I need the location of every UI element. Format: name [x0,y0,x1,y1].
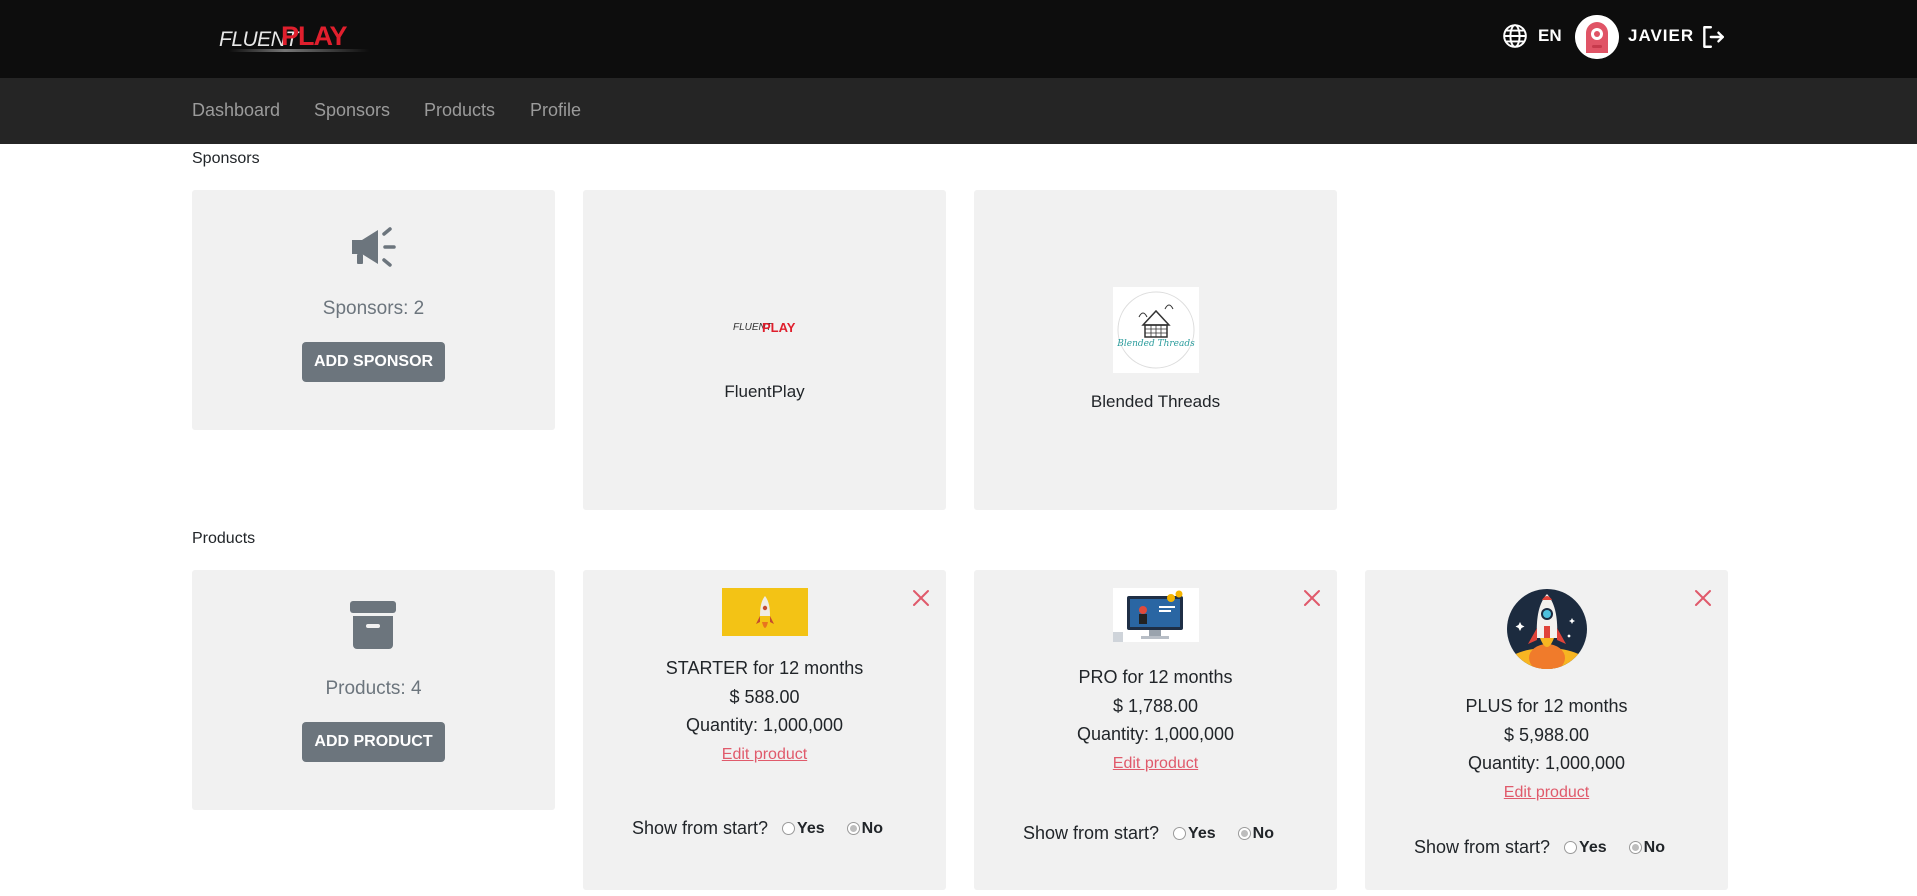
show-from-start-row: Show from start? Yes No [1023,823,1274,844]
nav-item-sponsors[interactable]: Sponsors [314,100,390,121]
products-summary-card: Products: 4 ADD PRODUCT [192,570,555,810]
no-radio[interactable] [1628,841,1642,854]
sponsor-logo-play-text: PLAY [762,320,796,335]
logo-play-text: PLAY [281,21,348,51]
pro-product-image [1113,588,1199,642]
no-radio-label[interactable]: No [1253,825,1274,843]
edit-product-link[interactable]: Edit product [583,746,946,764]
product-card-starter: STARTER for 12 months $ 588.00 Quantity:… [583,570,946,890]
sponsors-section-title: Sponsors [192,150,260,167]
edit-product-link[interactable]: Edit product [974,755,1337,773]
product-quantity: Quantity: 1,000,000 [685,715,844,735]
monitor-icon [1113,588,1199,642]
no-radio-label[interactable]: No [1644,839,1665,857]
language-label: EN [1538,26,1562,45]
language-selector[interactable]: EN [1502,23,1562,49]
product-price: $ 5,988.00 [1503,725,1590,745]
sponsors-count: Sponsors: 2 [322,298,425,319]
rocket-badge-icon [1507,589,1587,669]
product-card-pro: PRO for 12 months $ 1,788.00 Quantity: 1… [974,570,1337,890]
nav-bar [0,78,1917,144]
yes-radio[interactable] [1564,841,1578,854]
starter-product-image [722,588,808,636]
show-from-start-label: Show from start? [632,818,769,838]
edit-product-link[interactable]: Edit product [1365,784,1728,802]
add-sponsor-button[interactable]: ADD SPONSOR [302,342,445,382]
show-from-start-row: Show from start? Yes No [1414,837,1665,858]
product-price: $ 588.00 [729,687,800,707]
yes-radio[interactable] [782,822,796,835]
sponsor-name: FluentPlay [724,382,805,401]
product-name: PLUS for 12 months [1465,696,1628,716]
top-bar: FLUENT PLAY EN JAVIER [0,0,1917,78]
show-from-start-label: Show from start? [1414,837,1551,857]
product-price: $ 1,788.00 [1112,696,1199,716]
no-radio[interactable] [846,822,860,835]
add-product-button[interactable]: ADD PRODUCT [302,722,445,762]
products-section-title: Products [192,530,256,547]
product-name: STARTER for 12 months [665,658,864,678]
no-radio-label[interactable]: No [862,820,883,838]
show-from-start-label: Show from start? [1023,823,1160,843]
logout-icon[interactable] [1700,24,1726,50]
sponsor-card-blended-threads[interactable]: Blended Threads Blended Threads [974,190,1337,510]
blended-threads-logo-icon [1117,291,1195,369]
close-icon[interactable] [911,588,931,608]
product-card-plus: PLUS for 12 months $ 5,988.00 Quantity: … [1365,570,1728,890]
sponsor-logo-text: Blended Threads [1117,339,1195,349]
megaphone-icon [352,227,396,267]
close-icon[interactable] [1302,588,1322,608]
user-avatar-icon [1575,15,1619,59]
product-name: PRO for 12 months [1078,667,1233,687]
sponsor-name: Blended Threads [1090,392,1221,411]
rocket-icon [722,588,808,636]
archive-box-icon [350,601,396,649]
yes-radio-label[interactable]: Yes [797,820,825,838]
fluentplay-sponsor-logo: FLUENT PLAY [733,320,797,336]
yes-radio-label[interactable]: Yes [1579,839,1607,857]
globe-icon [1503,24,1527,48]
product-quantity: Quantity: 1,000,000 [1467,753,1626,773]
nav-item-products[interactable]: Products [424,100,495,121]
blended-threads-sponsor-logo: Blended Threads [1113,287,1199,373]
product-quantity: Quantity: 1,000,000 [1076,724,1235,744]
fluentplay-logo[interactable]: FLUENT PLAY [219,21,369,56]
no-radio[interactable] [1237,827,1251,840]
plus-product-image [1506,588,1588,670]
show-from-start-row: Show from start? Yes No [632,818,883,839]
close-icon[interactable] [1693,588,1713,608]
products-count: Products: 4 [325,678,422,699]
user-name[interactable]: JAVIER [1628,26,1694,46]
nav-item-profile[interactable]: Profile [530,100,581,121]
nav-item-dashboard[interactable]: Dashboard [192,100,280,121]
yes-radio[interactable] [1173,827,1187,840]
sponsors-summary-card: Sponsors: 2 ADD SPONSOR [192,190,555,430]
logo-swoosh [229,49,369,52]
sponsor-card-fluentplay[interactable]: FLUENT PLAY FluentPlay [583,190,946,510]
avatar[interactable] [1575,15,1619,59]
yes-radio-label[interactable]: Yes [1188,825,1216,843]
